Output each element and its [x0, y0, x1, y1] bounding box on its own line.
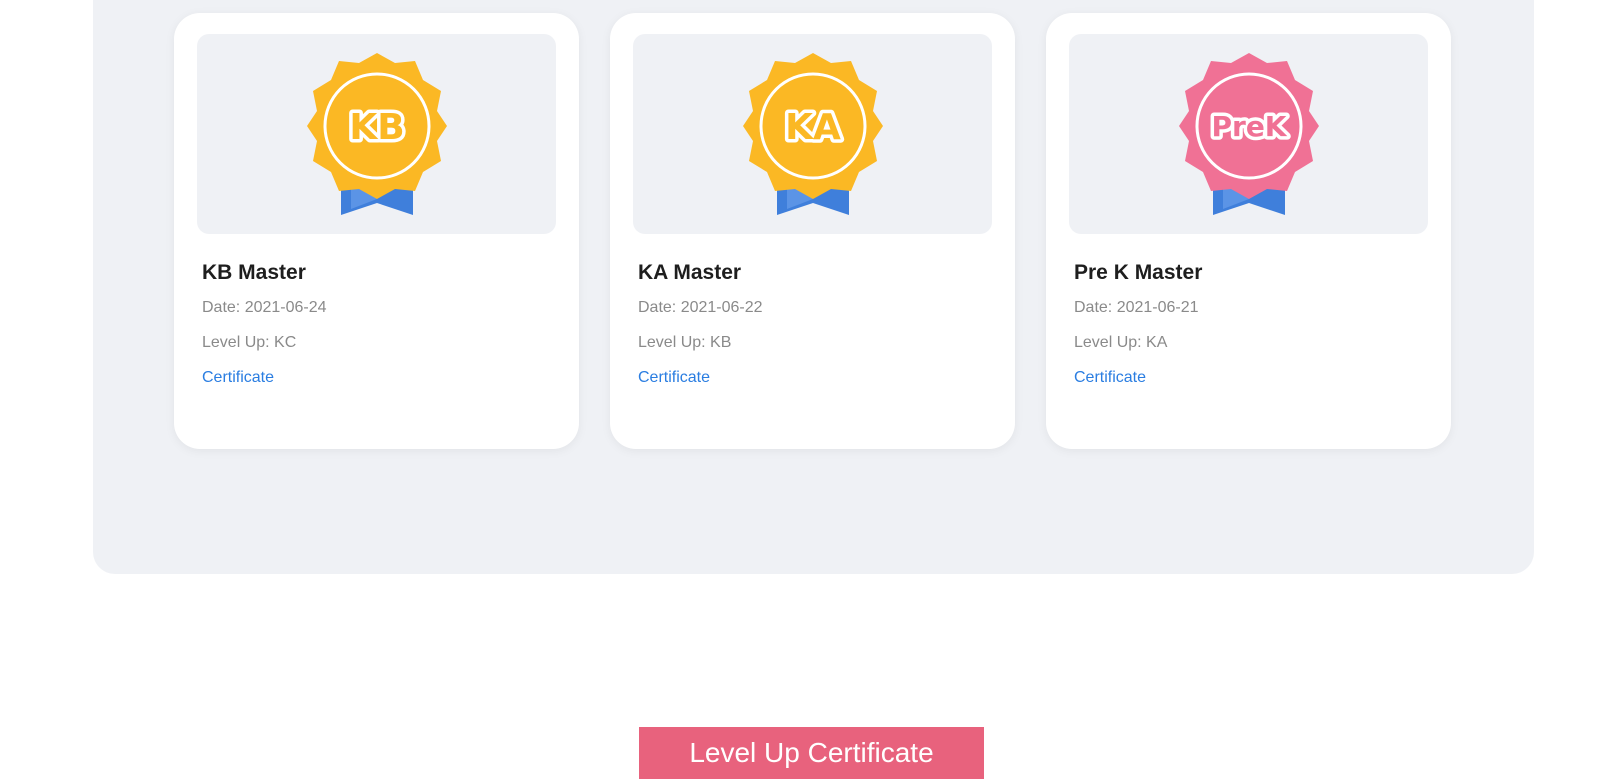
badge-image-area: KA KA — [633, 34, 992, 234]
certificate-link[interactable]: Certificate — [638, 369, 710, 387]
badge-date: Date: 2021-06-24 — [202, 299, 327, 316]
badge-image-area: KB KB — [197, 34, 556, 234]
badge-level-up: Level Up: KA — [1074, 334, 1168, 351]
badge-level-up: Level Up: KB — [638, 334, 732, 351]
certificate-link[interactable]: Certificate — [1074, 369, 1146, 387]
level-up-certificate-button[interactable]: Level Up Certificate — [639, 727, 984, 779]
badge-image-area: PreK PreK — [1069, 34, 1428, 234]
badge-level-up: Level Up: KC — [202, 334, 297, 351]
prek-medal-icon: PreK PreK — [1178, 53, 1319, 215]
svg-text:PreK: PreK — [1211, 110, 1287, 143]
certificate-link[interactable]: Certificate — [202, 369, 274, 387]
badge-date: Date: 2021-06-21 — [1074, 299, 1199, 316]
svg-text:KB: KB — [349, 107, 404, 148]
svg-text:KA: KA — [785, 107, 841, 148]
badges-panel: KB KB KB Master Date: 2021-06-24 Level U… — [93, 0, 1534, 574]
badge-card-prek: PreK PreK Pre K Master Date: 2021-06-21 … — [1046, 13, 1451, 449]
badge-title: KA Master — [638, 261, 742, 284]
ka-medal-icon: KA KA — [742, 53, 883, 215]
badge-title: Pre K Master — [1074, 261, 1203, 284]
badge-date: Date: 2021-06-22 — [638, 299, 763, 316]
badge-card-kb: KB KB KB Master Date: 2021-06-24 Level U… — [174, 13, 579, 449]
badge-title: KB Master — [202, 261, 306, 284]
badge-card-ka: KA KA KA Master Date: 2021-06-22 Level U… — [610, 13, 1015, 449]
kb-medal-icon: KB KB — [306, 53, 447, 215]
